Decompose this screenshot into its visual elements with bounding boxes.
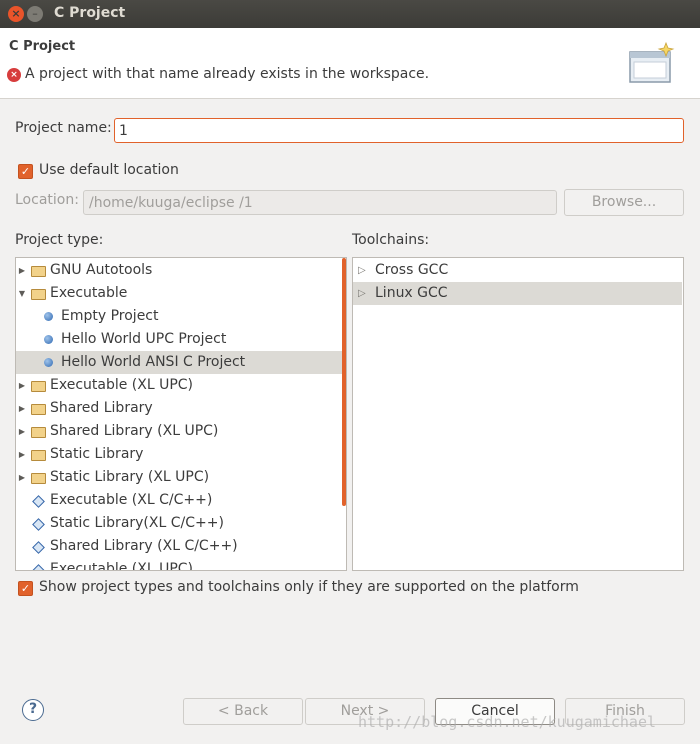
new-project-wizard-icon — [629, 41, 675, 83]
toolchain-arrow-icon: ▷ — [358, 288, 366, 299]
toolchains-label: Toolchains: — [352, 232, 430, 248]
folder-icon — [31, 450, 46, 461]
toolchain-item-linux-gcc[interactable]: ▷ Linux GCC — [353, 282, 682, 305]
toolchain-item-cross-gcc[interactable]: ▷ Cross GCC — [353, 259, 682, 282]
tree-item-executable[interactable]: ▼ Executable — [16, 282, 344, 305]
folder-icon — [31, 266, 46, 277]
collapse-arrow-icon[interactable]: ▼ — [17, 282, 27, 305]
project-name-input[interactable] — [114, 118, 684, 143]
wizard-banner: C Project × A project with that name alr… — [0, 28, 700, 99]
minimize-window-button[interactable]: – — [27, 6, 43, 22]
tree-item-shared-library[interactable]: ▶ Shared Library — [16, 397, 344, 420]
error-icon: × — [7, 68, 21, 82]
help-icon[interactable]: ? — [22, 699, 44, 721]
expand-arrow-icon[interactable]: ▶ — [17, 259, 27, 282]
show-supported-only-checkbox[interactable]: ✓ — [18, 581, 33, 596]
tree-item-hello-world-upc[interactable]: Hello World UPC Project — [16, 328, 344, 351]
tree-item-static-library[interactable]: ▶ Static Library — [16, 443, 344, 466]
close-window-button[interactable]: × — [8, 6, 24, 22]
project-type-label: Project type: — [15, 232, 104, 248]
expand-arrow-icon[interactable]: ▶ — [17, 466, 27, 489]
project-type-scrollbar[interactable] — [342, 258, 346, 506]
tree-item-empty-project[interactable]: Empty Project — [16, 305, 344, 328]
window-titlebar: × – C Project — [0, 0, 700, 28]
folder-icon — [31, 427, 46, 438]
project-template-icon — [44, 358, 53, 367]
tree-item-hello-world-ansi-c[interactable]: Hello World ANSI C Project — [16, 351, 344, 374]
expand-arrow-icon[interactable]: ▶ — [17, 397, 27, 420]
tree-item-executable-xl-upc[interactable]: ▶ Executable (XL UPC) — [16, 374, 344, 397]
location-label: Location: — [15, 192, 79, 208]
window-title: C Project — [54, 5, 126, 21]
expand-arrow-icon[interactable]: ▶ — [17, 374, 27, 397]
tree-item-static-library-xl-upc[interactable]: ▶ Static Library (XL UPC) — [16, 466, 344, 489]
diamond-icon — [32, 518, 45, 531]
folder-icon — [31, 473, 46, 484]
toolchain-arrow-icon: ▷ — [358, 265, 366, 276]
tree-item-executable-xl-cpp[interactable]: Executable (XL C/C++) — [16, 489, 344, 512]
tree-item-shared-library-xl-upc[interactable]: ▶ Shared Library (XL UPC) — [16, 420, 344, 443]
diamond-icon — [32, 495, 45, 508]
tree-item-executable-xl-upc-2[interactable]: Executable (XL UPC) — [16, 558, 344, 570]
folder-icon — [31, 404, 46, 415]
folder-icon — [31, 381, 46, 392]
project-template-icon — [44, 312, 53, 321]
folder-open-icon — [31, 289, 46, 300]
expand-arrow-icon[interactable]: ▶ — [17, 443, 27, 466]
use-default-location-label: Use default location — [39, 162, 179, 178]
diamond-icon — [32, 541, 45, 554]
error-message: A project with that name already exists … — [25, 66, 430, 82]
tree-item-shared-library-xl-cpp[interactable]: Shared Library (XL C/C++) — [16, 535, 344, 558]
project-template-icon — [44, 335, 53, 344]
browse-button[interactable]: Browse... — [564, 189, 684, 216]
show-supported-only-label: Show project types and toolchains only i… — [39, 579, 579, 595]
tree-item-gnu-autotools[interactable]: ▶ GNU Autotools — [16, 259, 344, 282]
back-button[interactable]: < Back — [183, 698, 303, 725]
use-default-location-checkbox[interactable]: ✓ — [18, 164, 33, 179]
project-name-label: Project name: — [15, 120, 112, 136]
tree-item-static-library-xl-cpp[interactable]: Static Library(XL C/C++) — [16, 512, 344, 535]
expand-arrow-icon[interactable]: ▶ — [17, 420, 27, 443]
toolchains-list[interactable]: ▷ Cross GCC ▷ Linux GCC — [352, 257, 684, 571]
watermark-text: http://blog.csdn.net/kuugamichael — [358, 713, 657, 731]
location-input[interactable] — [83, 190, 557, 215]
project-type-tree[interactable]: ▶ GNU Autotools ▼ Executable Empty Proje… — [15, 257, 347, 571]
wizard-page-title: C Project — [9, 39, 76, 54]
diamond-icon — [32, 564, 45, 570]
